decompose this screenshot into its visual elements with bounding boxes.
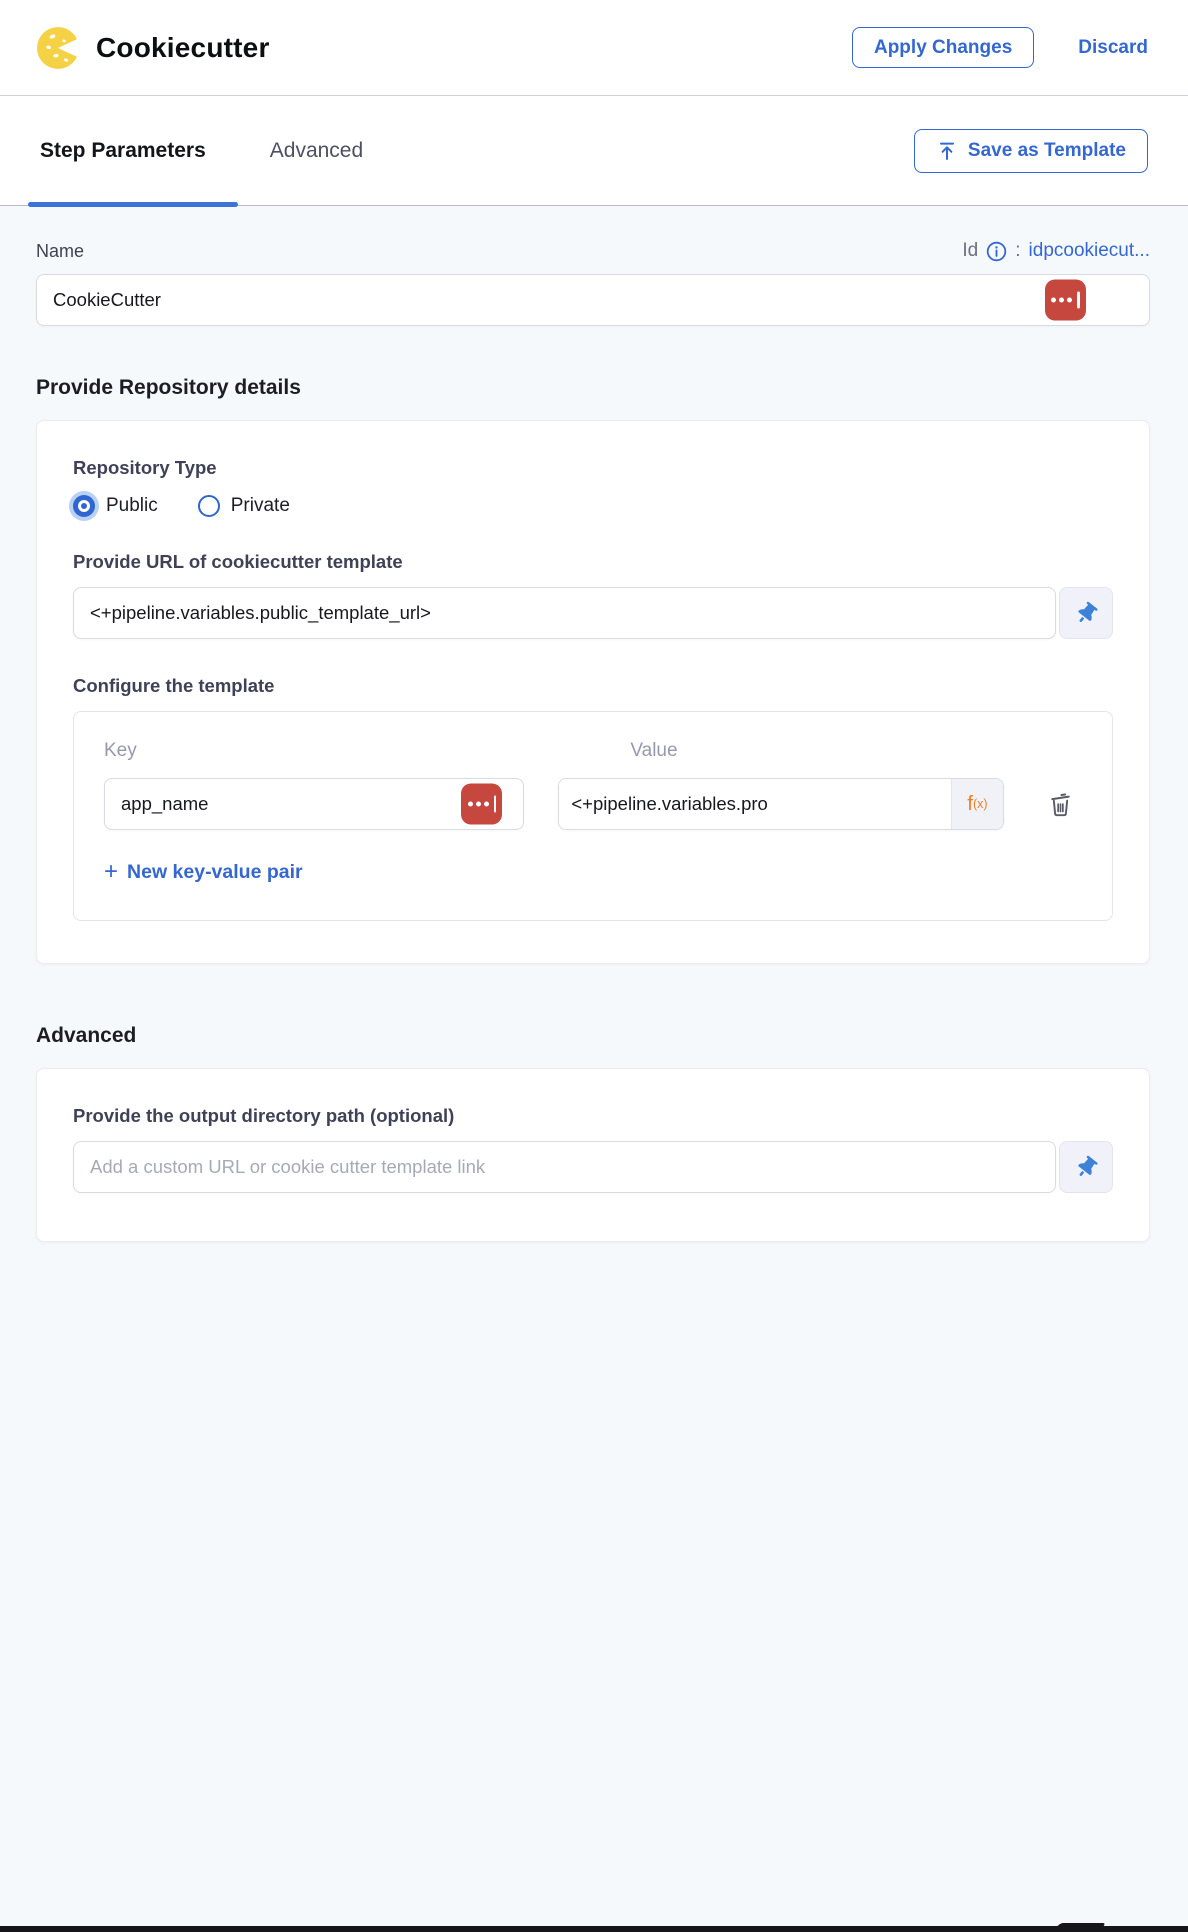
page-title: Cookiecutter <box>96 32 270 64</box>
name-row: Name Id : idpcookiecut... <box>36 240 1150 262</box>
active-tab-underline <box>28 202 238 207</box>
step-parameters-content: Name Id : idpcookiecut... Provide Reposi… <box>0 206 1188 1932</box>
value-input[interactable] <box>559 779 951 829</box>
radio-unselected-icon <box>198 495 220 517</box>
id-separator: : <box>1015 240 1020 262</box>
output-directory-group <box>73 1141 1113 1193</box>
output-directory-label: Provide the output directory path (optio… <box>73 1105 1113 1127</box>
tab-advanced-label: Advanced <box>270 139 363 163</box>
pin-button[interactable] <box>1059 587 1113 639</box>
expression-fx-icon[interactable]: f(x) <box>951 779 1003 829</box>
key-value-card: Key Value f(x) <box>73 711 1113 921</box>
name-input[interactable] <box>36 274 1150 326</box>
apply-changes-label: Apply Changes <box>874 38 1012 57</box>
cookiecutter-logo-icon <box>36 26 80 70</box>
step-id: Id : idpcookiecut... <box>962 240 1150 262</box>
value-input-group: f(x) <box>558 778 1004 830</box>
tab-bar: Step Parameters Advanced Save as Templat… <box>0 96 1188 206</box>
configure-template-label: Configure the template <box>73 675 1113 697</box>
advanced-card: Provide the output directory path (optio… <box>36 1068 1150 1242</box>
discard-button[interactable]: Discard <box>1078 37 1148 59</box>
output-directory-input[interactable] <box>73 1141 1056 1193</box>
fixed-value-type-icon[interactable] <box>1045 280 1086 321</box>
radio-option-public[interactable]: Public <box>73 495 158 517</box>
apply-changes-button[interactable]: Apply Changes <box>852 27 1034 68</box>
tab-step-parameters[interactable]: Step Parameters <box>36 96 210 205</box>
window-bottom-edge <box>0 1926 1188 1932</box>
cookiecutter-step-panel: Cookiecutter Apply Changes Discard Step … <box>0 0 1188 1932</box>
radio-option-private[interactable]: Private <box>198 495 290 517</box>
value-column-header: Value <box>558 740 1004 762</box>
tab-advanced[interactable]: Advanced <box>266 96 367 205</box>
add-key-value-pair-button[interactable]: + New key-value pair <box>104 860 1082 884</box>
id-value[interactable]: idpcookiecut... <box>1029 240 1150 262</box>
name-input-shell <box>36 274 1150 326</box>
fx-sub: (x) <box>973 797 988 811</box>
key-column-header: Key <box>104 740 524 762</box>
discard-label: Discard <box>1078 37 1148 58</box>
add-pair-label: New key-value pair <box>127 861 303 884</box>
repository-section-title: Provide Repository details <box>36 376 1150 400</box>
template-url-label: Provide URL of cookiecutter template <box>73 551 1113 573</box>
advanced-section-title: Advanced <box>36 1024 1150 1048</box>
save-as-template-button[interactable]: Save as Template <box>914 129 1148 173</box>
thumbtack-icon <box>1071 1152 1100 1181</box>
info-icon[interactable] <box>986 241 1007 262</box>
upload-icon <box>936 140 958 162</box>
repository-type-radio-group: Public Private <box>73 495 1113 517</box>
radio-private-label: Private <box>231 495 290 517</box>
pin-button[interactable] <box>1059 1141 1113 1193</box>
template-url-input[interactable] <box>73 587 1056 639</box>
tab-step-parameters-label: Step Parameters <box>40 139 206 163</box>
key-input-shell <box>104 778 524 830</box>
thumbtack-icon <box>1071 598 1100 627</box>
repository-details-card: Repository Type Public Private Provide U… <box>36 420 1150 964</box>
save-as-template-label: Save as Template <box>968 141 1126 160</box>
radio-selected-icon <box>73 495 95 517</box>
id-label: Id <box>962 240 978 262</box>
repository-type-label: Repository Type <box>73 457 1113 479</box>
panel-header: Cookiecutter Apply Changes Discard <box>0 0 1188 96</box>
fixed-value-type-icon[interactable] <box>461 784 502 825</box>
key-value-grid: Key Value f(x) <box>104 740 1082 830</box>
name-label: Name <box>36 241 84 262</box>
plus-icon: + <box>104 860 118 884</box>
template-url-group <box>73 587 1113 639</box>
delete-row-button[interactable] <box>1038 778 1082 830</box>
radio-public-label: Public <box>106 495 158 517</box>
trash-icon <box>1047 791 1074 818</box>
